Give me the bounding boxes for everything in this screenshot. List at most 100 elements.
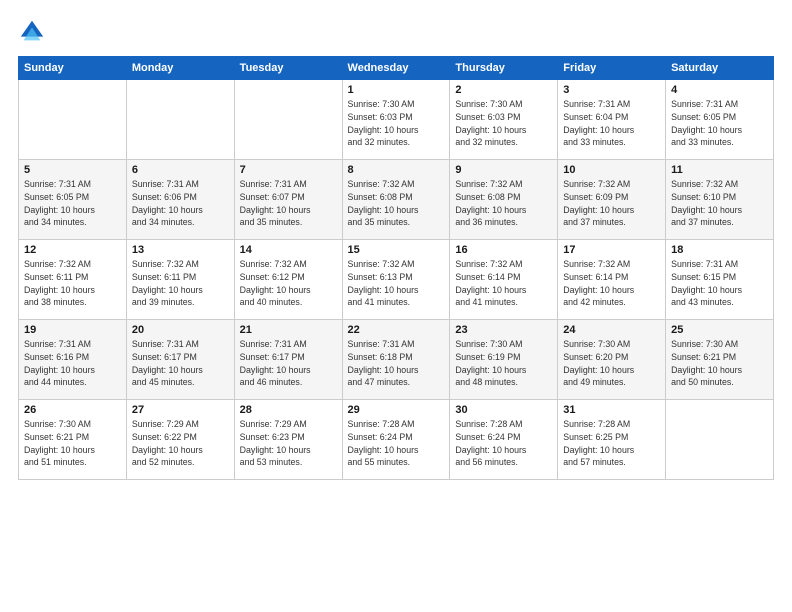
day-number: 29: [348, 404, 445, 416]
day-number: 25: [671, 324, 768, 336]
day-info: Sunrise: 7:31 AM Sunset: 6:18 PM Dayligh…: [348, 338, 445, 389]
day-info: Sunrise: 7:32 AM Sunset: 6:12 PM Dayligh…: [240, 258, 337, 309]
calendar-cell: 2 Sunrise: 7:30 AM Sunset: 6:03 PM Daylig…: [450, 80, 558, 160]
weekday-header: Monday: [126, 57, 234, 80]
day-info: Sunrise: 7:31 AM Sunset: 6:06 PM Dayligh…: [132, 178, 229, 229]
calendar-cell: 19 Sunrise: 7:31 AM Sunset: 6:16 PM Dayli…: [19, 320, 127, 400]
day-info: Sunrise: 7:32 AM Sunset: 6:13 PM Dayligh…: [348, 258, 445, 309]
calendar-cell: 27 Sunrise: 7:29 AM Sunset: 6:22 PM Dayli…: [126, 400, 234, 480]
day-number: 8: [348, 164, 445, 176]
day-info: Sunrise: 7:31 AM Sunset: 6:17 PM Dayligh…: [132, 338, 229, 389]
day-info: Sunrise: 7:31 AM Sunset: 6:05 PM Dayligh…: [24, 178, 121, 229]
day-info: Sunrise: 7:32 AM Sunset: 6:14 PM Dayligh…: [455, 258, 552, 309]
calendar-cell: 20 Sunrise: 7:31 AM Sunset: 6:17 PM Dayli…: [126, 320, 234, 400]
day-info: Sunrise: 7:30 AM Sunset: 6:03 PM Dayligh…: [348, 98, 445, 149]
calendar-cell: 18 Sunrise: 7:31 AM Sunset: 6:15 PM Dayli…: [666, 240, 774, 320]
day-number: 9: [455, 164, 552, 176]
day-info: Sunrise: 7:32 AM Sunset: 6:14 PM Dayligh…: [563, 258, 660, 309]
day-info: Sunrise: 7:31 AM Sunset: 6:05 PM Dayligh…: [671, 98, 768, 149]
calendar-cell: 10Sunrise: 7:32 AM Sunset: 6:09 PM Dayli…: [558, 160, 666, 240]
weekday-header: Wednesday: [342, 57, 450, 80]
calendar-cell: 1 Sunrise: 7:30 AM Sunset: 6:03 PM Daylig…: [342, 80, 450, 160]
day-number: 12: [24, 244, 121, 256]
calendar-cell: 14 Sunrise: 7:32 AM Sunset: 6:12 PM Dayli…: [234, 240, 342, 320]
day-number: 2: [455, 84, 552, 96]
calendar-cell: 28 Sunrise: 7:29 AM Sunset: 6:23 PM Dayli…: [234, 400, 342, 480]
calendar-cell: 12 Sunrise: 7:32 AM Sunset: 6:11 PM Dayli…: [19, 240, 127, 320]
calendar-cell: 31 Sunrise: 7:28 AM Sunset: 6:25 PM Dayli…: [558, 400, 666, 480]
calendar-cell: 15 Sunrise: 7:32 AM Sunset: 6:13 PM Dayli…: [342, 240, 450, 320]
day-number: 30: [455, 404, 552, 416]
calendar-header-row: SundayMondayTuesdayWednesdayThursdayFrid…: [19, 57, 774, 80]
calendar-week-row: 1 Sunrise: 7:30 AM Sunset: 6:03 PM Daylig…: [19, 80, 774, 160]
calendar-cell: 17 Sunrise: 7:32 AM Sunset: 6:14 PM Dayli…: [558, 240, 666, 320]
calendar-cell: 30 Sunrise: 7:28 AM Sunset: 6:24 PM Dayli…: [450, 400, 558, 480]
day-number: 15: [348, 244, 445, 256]
calendar-cell: 21 Sunrise: 7:31 AM Sunset: 6:17 PM Dayli…: [234, 320, 342, 400]
day-number: 6: [132, 164, 229, 176]
day-info: Sunrise: 7:28 AM Sunset: 6:25 PM Dayligh…: [563, 418, 660, 469]
day-number: 13: [132, 244, 229, 256]
day-info: Sunrise: 7:30 AM Sunset: 6:03 PM Dayligh…: [455, 98, 552, 149]
day-number: 23: [455, 324, 552, 336]
day-number: 19: [24, 324, 121, 336]
day-number: 1: [348, 84, 445, 96]
calendar-week-row: 5Sunrise: 7:31 AM Sunset: 6:05 PM Daylig…: [19, 160, 774, 240]
day-number: 16: [455, 244, 552, 256]
calendar-table: SundayMondayTuesdayWednesdayThursdayFrid…: [18, 56, 774, 480]
day-info: Sunrise: 7:32 AM Sunset: 6:10 PM Dayligh…: [671, 178, 768, 229]
calendar-cell: 16 Sunrise: 7:32 AM Sunset: 6:14 PM Dayli…: [450, 240, 558, 320]
calendar-week-row: 19 Sunrise: 7:31 AM Sunset: 6:16 PM Dayli…: [19, 320, 774, 400]
day-number: 27: [132, 404, 229, 416]
calendar-cell: 26 Sunrise: 7:30 AM Sunset: 6:21 PM Dayli…: [19, 400, 127, 480]
calendar-cell: 24Sunrise: 7:30 AM Sunset: 6:20 PM Dayli…: [558, 320, 666, 400]
day-info: Sunrise: 7:32 AM Sunset: 6:08 PM Dayligh…: [348, 178, 445, 229]
day-info: Sunrise: 7:30 AM Sunset: 6:21 PM Dayligh…: [24, 418, 121, 469]
day-info: Sunrise: 7:29 AM Sunset: 6:23 PM Dayligh…: [240, 418, 337, 469]
header: [18, 18, 774, 46]
calendar-cell: 22Sunrise: 7:31 AM Sunset: 6:18 PM Dayli…: [342, 320, 450, 400]
calendar-cell: [19, 80, 127, 160]
weekday-header: Tuesday: [234, 57, 342, 80]
calendar-cell: [666, 400, 774, 480]
calendar-cell: 11 Sunrise: 7:32 AM Sunset: 6:10 PM Dayli…: [666, 160, 774, 240]
calendar-cell: 25Sunrise: 7:30 AM Sunset: 6:21 PM Dayli…: [666, 320, 774, 400]
day-info: Sunrise: 7:31 AM Sunset: 6:16 PM Dayligh…: [24, 338, 121, 389]
day-info: Sunrise: 7:31 AM Sunset: 6:17 PM Dayligh…: [240, 338, 337, 389]
day-info: Sunrise: 7:31 AM Sunset: 6:15 PM Dayligh…: [671, 258, 768, 309]
calendar-cell: 6 Sunrise: 7:31 AM Sunset: 6:06 PM Daylig…: [126, 160, 234, 240]
day-number: 11: [671, 164, 768, 176]
day-number: 18: [671, 244, 768, 256]
calendar-cell: 13Sunrise: 7:32 AM Sunset: 6:11 PM Dayli…: [126, 240, 234, 320]
logo: [18, 18, 50, 46]
calendar-cell: 7Sunrise: 7:31 AM Sunset: 6:07 PM Daylig…: [234, 160, 342, 240]
calendar-cell: 8 Sunrise: 7:32 AM Sunset: 6:08 PM Daylig…: [342, 160, 450, 240]
day-info: Sunrise: 7:32 AM Sunset: 6:11 PM Dayligh…: [24, 258, 121, 309]
day-info: Sunrise: 7:29 AM Sunset: 6:22 PM Dayligh…: [132, 418, 229, 469]
weekday-header: Thursday: [450, 57, 558, 80]
day-info: Sunrise: 7:28 AM Sunset: 6:24 PM Dayligh…: [455, 418, 552, 469]
day-number: 14: [240, 244, 337, 256]
calendar-cell: 23 Sunrise: 7:30 AM Sunset: 6:19 PM Dayli…: [450, 320, 558, 400]
day-number: 31: [563, 404, 660, 416]
day-info: Sunrise: 7:28 AM Sunset: 6:24 PM Dayligh…: [348, 418, 445, 469]
day-number: 26: [24, 404, 121, 416]
calendar-week-row: 26 Sunrise: 7:30 AM Sunset: 6:21 PM Dayli…: [19, 400, 774, 480]
day-info: Sunrise: 7:30 AM Sunset: 6:19 PM Dayligh…: [455, 338, 552, 389]
day-info: Sunrise: 7:31 AM Sunset: 6:07 PM Dayligh…: [240, 178, 337, 229]
day-info: Sunrise: 7:31 AM Sunset: 6:04 PM Dayligh…: [563, 98, 660, 149]
weekday-header: Sunday: [19, 57, 127, 80]
calendar-cell: 9 Sunrise: 7:32 AM Sunset: 6:08 PM Daylig…: [450, 160, 558, 240]
day-number: 3: [563, 84, 660, 96]
day-number: 20: [132, 324, 229, 336]
day-info: Sunrise: 7:30 AM Sunset: 6:20 PM Dayligh…: [563, 338, 660, 389]
day-number: 28: [240, 404, 337, 416]
weekday-header: Saturday: [666, 57, 774, 80]
day-number: 4: [671, 84, 768, 96]
page: SundayMondayTuesdayWednesdayThursdayFrid…: [0, 0, 792, 612]
calendar-week-row: 12 Sunrise: 7:32 AM Sunset: 6:11 PM Dayli…: [19, 240, 774, 320]
calendar-cell: [126, 80, 234, 160]
day-info: Sunrise: 7:32 AM Sunset: 6:08 PM Dayligh…: [455, 178, 552, 229]
day-number: 21: [240, 324, 337, 336]
day-number: 17: [563, 244, 660, 256]
